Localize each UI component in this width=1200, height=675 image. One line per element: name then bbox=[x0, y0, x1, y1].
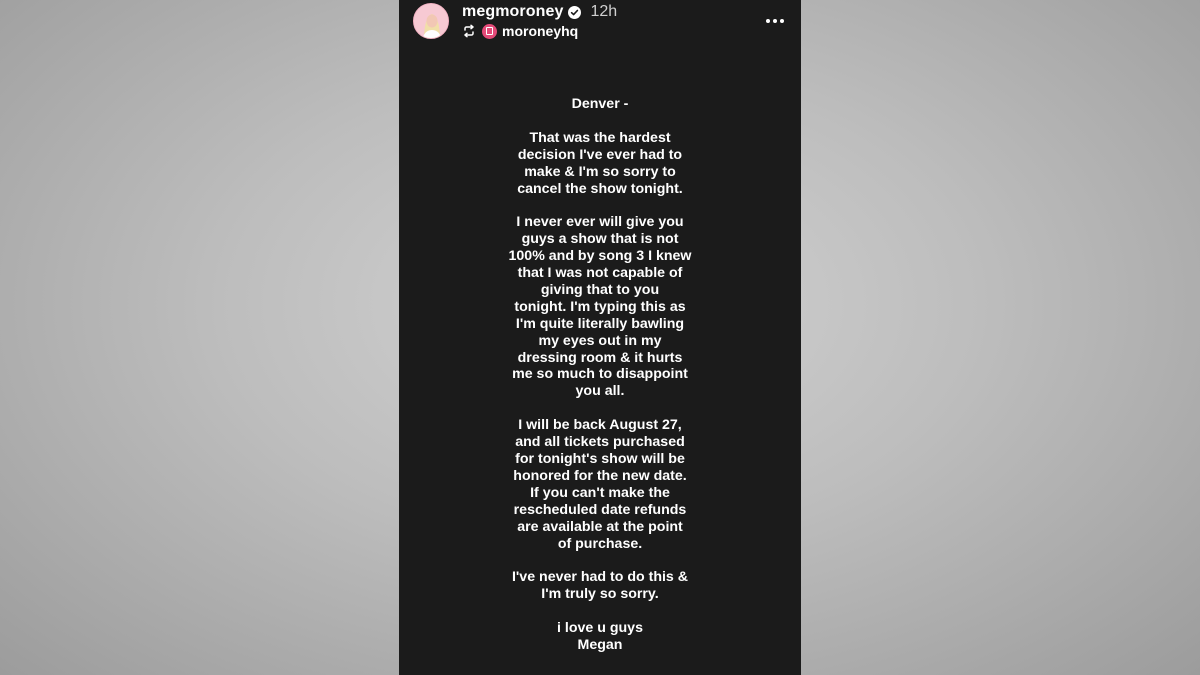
message-line: my eyes out in my bbox=[538, 332, 662, 349]
message-line: me so much to disappoint bbox=[512, 366, 688, 383]
repost-source-username[interactable]: moroneyhq bbox=[502, 23, 578, 39]
message-paragraph: I never ever will give you guys a show th… bbox=[399, 214, 801, 400]
message-line: cancel the show tonight. bbox=[517, 180, 683, 197]
message-line: rescheduled date refunds bbox=[513, 501, 687, 518]
post-time: 12h bbox=[590, 3, 618, 20]
message-line: decision I've ever had to bbox=[517, 146, 683, 163]
message-paragraph: I will be back August 27, and all tickets… bbox=[399, 417, 801, 552]
repost-source-avatar bbox=[482, 23, 497, 39]
message-line: and all tickets purchased bbox=[515, 434, 685, 451]
profile-avatar[interactable] bbox=[413, 3, 449, 39]
message-line: I'm truly so sorry. bbox=[541, 586, 659, 603]
message-line: honored for the new date. bbox=[513, 467, 687, 484]
message-line: for tonight's show will be bbox=[515, 450, 685, 467]
repost-attribution[interactable]: moroneyhq bbox=[462, 22, 578, 40]
message-line: are available at the point bbox=[517, 518, 683, 535]
username-row: megmoroney 12h bbox=[462, 2, 617, 22]
verified-badge-icon bbox=[568, 5, 582, 19]
message-line: make & I'm so sorry to bbox=[524, 163, 676, 180]
story-message: Denver - That was the hardest decision I'v… bbox=[399, 96, 801, 671]
message-paragraph: I've never had to do this & I'm truly so … bbox=[399, 569, 801, 603]
story-header: megmoroney 12h moroneyhq bbox=[399, 0, 801, 48]
repost-icon bbox=[462, 24, 476, 38]
message-line: 100% and by song 3 I knew bbox=[508, 248, 692, 265]
story-viewer[interactable]: megmoroney 12h moroneyhq Denver - That w… bbox=[399, 0, 801, 675]
message-line: Denver - bbox=[571, 96, 629, 112]
message-line: I will be back August 27, bbox=[518, 417, 682, 434]
message-paragraph: i love u guys Megan bbox=[399, 620, 801, 654]
message-line: That was the hardest bbox=[529, 129, 671, 146]
message-line: Megan bbox=[577, 636, 623, 653]
message-line: I've never had to do this & bbox=[511, 569, 689, 586]
message-line: dressing room & it hurts bbox=[517, 349, 683, 366]
message-line: I never ever will give you bbox=[516, 214, 684, 231]
message-line: giving that to you bbox=[540, 281, 660, 298]
message-line: I'm quite literally bawling bbox=[515, 315, 685, 332]
message-line: you all. bbox=[575, 383, 625, 400]
message-line: If you can't make the bbox=[530, 484, 670, 501]
message-line: that I was not capable of bbox=[517, 265, 683, 282]
message-paragraph: That was the hardest decision I've ever h… bbox=[399, 130, 801, 198]
username[interactable]: megmoroney bbox=[462, 3, 563, 21]
message-line: guys a show that is not bbox=[521, 231, 679, 248]
message-paragraph: Denver - bbox=[399, 96, 801, 113]
message-line: of purchase. bbox=[557, 535, 643, 552]
message-line: tonight. I'm typing this as bbox=[514, 298, 686, 315]
message-line: i love u guys bbox=[557, 620, 643, 637]
more-options-icon[interactable] bbox=[765, 11, 785, 31]
